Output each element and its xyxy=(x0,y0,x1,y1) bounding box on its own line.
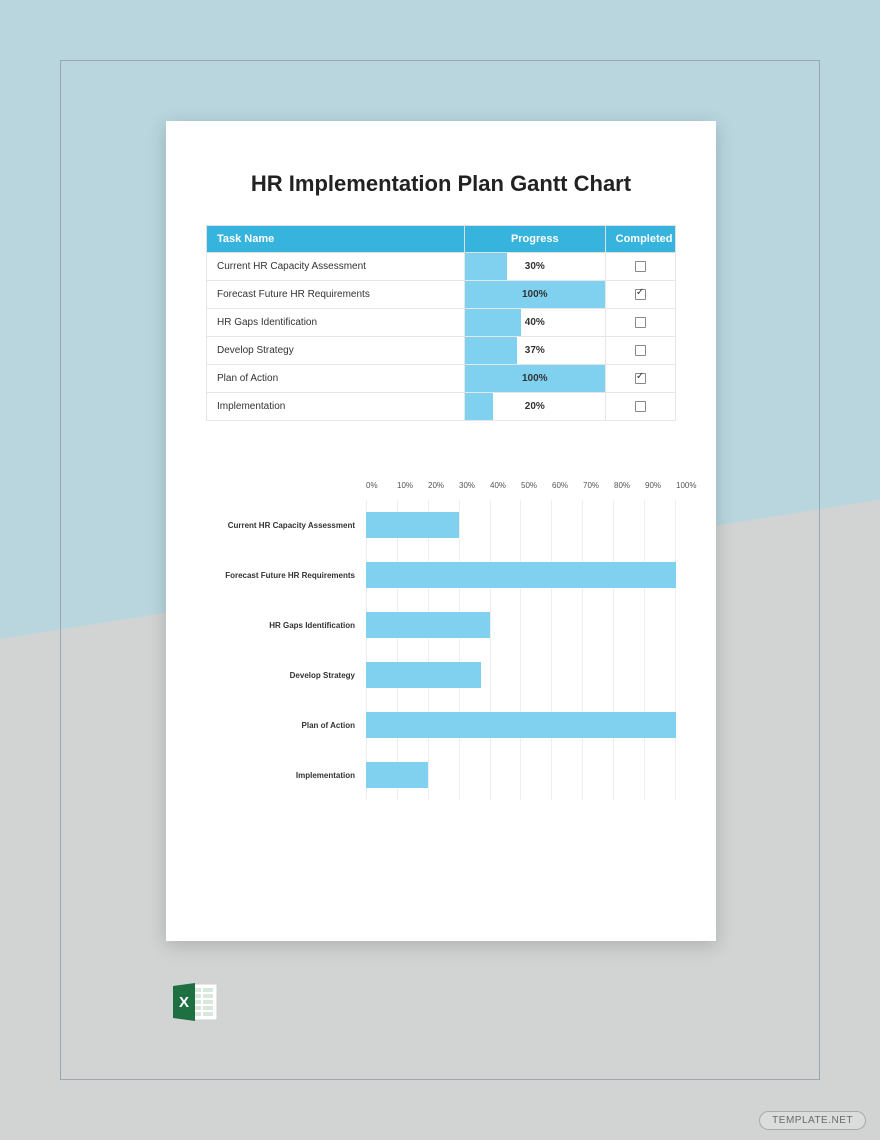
chart-row: Develop Strategy xyxy=(366,650,676,700)
header-progress: Progress xyxy=(464,226,605,253)
progress-table: Task Name Progress Completed Current HR … xyxy=(206,225,676,421)
chart-row-label: Implementation xyxy=(206,771,361,780)
chart-row: Implementation xyxy=(366,750,676,800)
task-cell: Current HR Capacity Assessment xyxy=(207,253,465,281)
chart-bar xyxy=(366,712,676,738)
completed-cell xyxy=(605,309,675,337)
task-cell: Implementation xyxy=(207,393,465,421)
completed-cell xyxy=(605,281,675,309)
task-cell: HR Gaps Identification xyxy=(207,309,465,337)
chart-bar xyxy=(366,762,428,788)
completed-checkbox[interactable] xyxy=(635,401,646,412)
table-row: Plan of Action100% xyxy=(207,365,676,393)
completed-checkbox[interactable] xyxy=(635,345,646,356)
progress-label: 20% xyxy=(465,394,605,420)
progress-label: 30% xyxy=(465,254,605,280)
chart-plot-area: Current HR Capacity AssessmentForecast F… xyxy=(366,500,676,800)
completed-checkbox[interactable] xyxy=(635,289,646,300)
document-page: HR Implementation Plan Gantt Chart Task … xyxy=(166,121,716,941)
completed-cell xyxy=(605,253,675,281)
progress-cell: 100% xyxy=(464,281,605,309)
task-cell: Plan of Action xyxy=(207,365,465,393)
excel-icon: X xyxy=(171,980,219,1024)
table-row: HR Gaps Identification40% xyxy=(207,309,676,337)
chart-bar xyxy=(366,562,676,588)
table-row: Implementation20% xyxy=(207,393,676,421)
header-task: Task Name xyxy=(207,226,465,253)
chart-row: Plan of Action xyxy=(366,700,676,750)
table-row: Develop Strategy37% xyxy=(207,337,676,365)
progress-cell: 37% xyxy=(464,337,605,365)
chart-row-label: Plan of Action xyxy=(206,721,361,730)
progress-label: 100% xyxy=(465,366,605,392)
chart-row: HR Gaps Identification xyxy=(366,600,676,650)
chart-row-label: HR Gaps Identification xyxy=(206,621,361,630)
bar-chart: 0%10%20%30%40%50%60%70%80%90%100% Curren… xyxy=(206,481,676,800)
page-title: HR Implementation Plan Gantt Chart xyxy=(206,171,676,197)
progress-label: 100% xyxy=(465,282,605,308)
progress-cell: 30% xyxy=(464,253,605,281)
table-header-row: Task Name Progress Completed xyxy=(207,226,676,253)
chart-bar xyxy=(366,512,459,538)
chart-row: Current HR Capacity Assessment xyxy=(366,500,676,550)
chart-bar xyxy=(366,612,490,638)
task-cell: Forecast Future HR Requirements xyxy=(207,281,465,309)
chart-row: Forecast Future HR Requirements xyxy=(366,550,676,600)
completed-cell xyxy=(605,365,675,393)
header-completed: Completed xyxy=(605,226,675,253)
completed-cell xyxy=(605,337,675,365)
chart-row-label: Develop Strategy xyxy=(206,671,361,680)
progress-label: 40% xyxy=(465,310,605,336)
watermark: TEMPLATE.NET xyxy=(759,1111,866,1130)
completed-checkbox[interactable] xyxy=(635,317,646,328)
preview-frame: HR Implementation Plan Gantt Chart Task … xyxy=(60,60,820,1080)
task-cell: Develop Strategy xyxy=(207,337,465,365)
table-row: Current HR Capacity Assessment30% xyxy=(207,253,676,281)
x-axis-ticks: 0%10%20%30%40%50%60%70%80%90%100% xyxy=(366,481,676,490)
completed-checkbox[interactable] xyxy=(635,261,646,272)
progress-cell: 20% xyxy=(464,393,605,421)
progress-label: 37% xyxy=(465,338,605,364)
completed-cell xyxy=(605,393,675,421)
progress-cell: 40% xyxy=(464,309,605,337)
chart-bar xyxy=(366,662,481,688)
chart-row-label: Current HR Capacity Assessment xyxy=(206,521,361,530)
chart-row-label: Forecast Future HR Requirements xyxy=(206,571,361,580)
svg-text:X: X xyxy=(179,994,189,1011)
progress-cell: 100% xyxy=(464,365,605,393)
completed-checkbox[interactable] xyxy=(635,373,646,384)
table-row: Forecast Future HR Requirements100% xyxy=(207,281,676,309)
